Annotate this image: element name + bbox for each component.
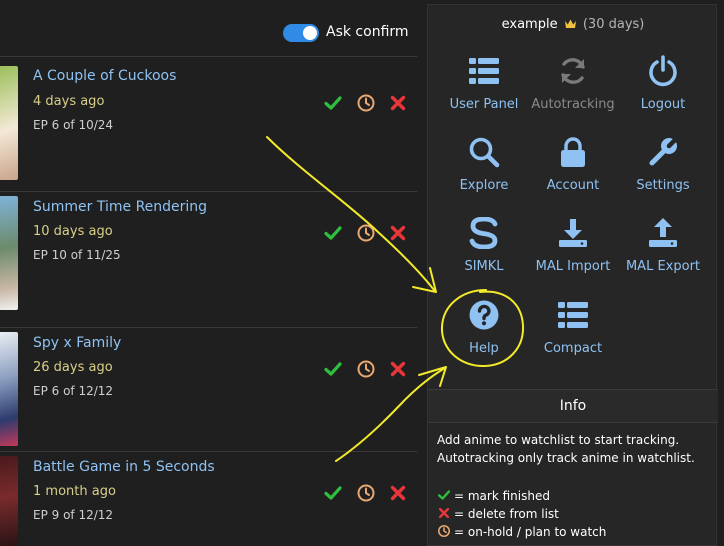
legend: = mark finished = delete from list = on-… [437,487,606,541]
compact-button[interactable]: Compact [525,299,621,371]
crown-icon [564,19,576,28]
legend-text: = delete from list [454,507,559,521]
info-line: Autotracking only track anime in watchli… [437,451,695,465]
simkl-button[interactable]: SIMKL [436,217,532,289]
wrench-icon [649,136,679,166]
poster-thumbnail[interactable] [0,66,18,180]
logout-button[interactable]: Logout [615,55,711,127]
legend-text: = on-hold / plan to watch [454,525,607,539]
poster-thumbnail[interactable] [0,332,18,446]
explore-button[interactable]: Explore [436,136,532,208]
autotracking-button[interactable]: Autotracking [525,55,621,127]
info-heading: Info [428,389,718,423]
check-icon[interactable] [323,359,343,379]
tile-label: User Panel [449,97,519,112]
question-icon [469,300,499,330]
lock-icon [561,137,585,167]
list-item: A Couple of Cuckoos 4 days ago EP 6 of 1… [0,56,417,191]
simkl-logo-icon [469,217,498,249]
entry-episode: EP 9 of 12/12 [33,508,114,522]
entry-actions [323,223,408,243]
entry-episode: EP 6 of 10/24 [33,118,114,132]
user-panel-button[interactable]: User Panel [436,55,532,127]
mal-export-button[interactable]: MAL Export [615,217,711,289]
clock-icon[interactable] [356,359,376,379]
poster-thumbnail[interactable] [0,196,18,310]
entry-actions [323,93,408,113]
account-button[interactable]: Account [525,136,621,208]
tile-label: MAL Import [535,259,611,274]
sync-icon [561,58,585,84]
tile-label: Explore [459,178,509,193]
username: example [501,17,558,32]
list-icon [469,58,499,84]
top-bar: Ask confirm [0,0,417,57]
list-item: Battle Game in 5 Seconds 1 month ago EP … [0,452,417,546]
tile-label: MAL Export [625,259,701,274]
tile-label: Settings [636,178,690,193]
clock-icon[interactable] [356,483,376,503]
help-button[interactable]: Help [436,299,532,371]
check-icon[interactable] [323,223,343,243]
clock-icon [437,524,451,538]
entry-actions [323,359,408,379]
list-item: Summer Time Rendering 10 days ago EP 10 … [0,192,417,327]
tile-label: SIMKL [464,259,504,274]
subscription-days: (30 days) [582,17,645,32]
legend-row: = delete from list [437,505,606,523]
entry-time: 26 days ago [33,360,113,375]
legend-row: = on-hold / plan to watch [437,523,606,541]
tile-label: Autotracking [531,97,615,112]
entry-episode: EP 6 of 12/12 [33,384,114,398]
delete-icon[interactable] [388,223,408,243]
list-item: Spy x Family 26 days ago EP 6 of 12/12 [0,328,417,451]
entry-title[interactable]: Summer Time Rendering [33,199,207,215]
mal-import-button[interactable]: MAL Import [525,217,621,289]
entry-episode: EP 10 of 11/25 [33,248,121,262]
delete-icon [438,507,450,519]
delete-icon[interactable] [388,483,408,503]
clock-icon[interactable] [356,223,376,243]
entry-time: 1 month ago [33,484,116,499]
poster-thumbnail[interactable] [0,456,18,546]
toggle-knob [303,26,317,40]
search-icon [469,137,500,168]
ask-confirm-toggle[interactable] [283,24,319,42]
upload-icon [649,218,677,247]
tile-label: Logout [640,97,686,112]
download-icon [559,219,587,247]
check-icon [437,490,451,500]
legend-row: = mark finished [437,487,606,505]
list-icon [558,302,588,328]
entry-time: 4 days ago [33,94,105,109]
delete-icon[interactable] [388,359,408,379]
settings-button[interactable]: Settings [615,136,711,208]
power-icon [649,55,677,87]
legend-text: = mark finished [454,489,550,503]
entry-time: 10 days ago [33,224,113,239]
ask-confirm-label: Ask confirm [326,24,409,40]
check-icon[interactable] [323,483,343,503]
info-text: Add anime to watchlist to start tracking… [437,431,713,467]
user-info: example (30 days) [428,17,718,32]
tile-label: Compact [543,341,603,356]
info-line: Add anime to watchlist to start tracking… [437,433,680,447]
tile-label: Account [546,178,600,193]
entry-title[interactable]: Spy x Family [33,335,121,351]
check-icon[interactable] [323,93,343,113]
delete-icon[interactable] [388,93,408,113]
entry-title[interactable]: A Couple of Cuckoos [33,68,176,84]
entry-title[interactable]: Battle Game in 5 Seconds [33,459,215,475]
entry-actions [323,483,408,503]
clock-icon[interactable] [356,93,376,113]
tile-label: Help [469,341,499,356]
user-menu-panel: example (30 days) User Panel Autotrackin… [427,4,718,546]
